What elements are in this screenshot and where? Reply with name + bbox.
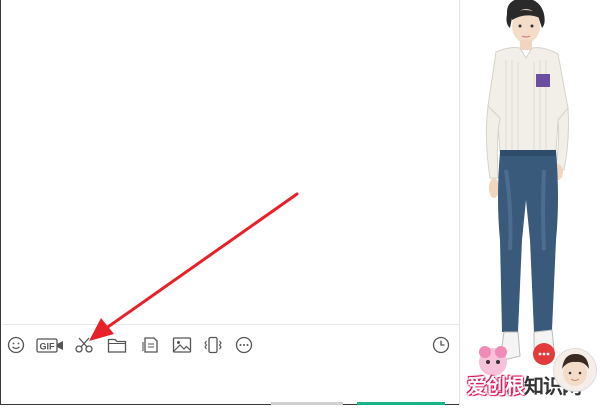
- avatar: [553, 348, 597, 392]
- more-icon[interactable]: [232, 333, 256, 357]
- chat-window: GIF 爱创根知识网: [0, 0, 600, 405]
- image-icon[interactable]: [170, 333, 194, 357]
- history-clock-icon[interactable]: [429, 333, 453, 357]
- file-transfer-icon[interactable]: [139, 333, 163, 357]
- gif-label: GIF: [40, 342, 56, 352]
- chat-toolbar: GIF: [2, 324, 459, 365]
- chat-bubble-icon: [533, 343, 555, 365]
- message-input-area[interactable]: [2, 364, 459, 405]
- folder-icon[interactable]: [105, 333, 129, 357]
- message-history-area: [2, 0, 459, 323]
- emoji-icon[interactable]: [4, 333, 28, 357]
- gif-button[interactable]: GIF: [36, 333, 64, 357]
- screenshot-scissors-icon[interactable]: [72, 333, 96, 357]
- shake-window-icon[interactable]: [201, 333, 225, 357]
- watermark-part1: 爱创根: [467, 376, 525, 398]
